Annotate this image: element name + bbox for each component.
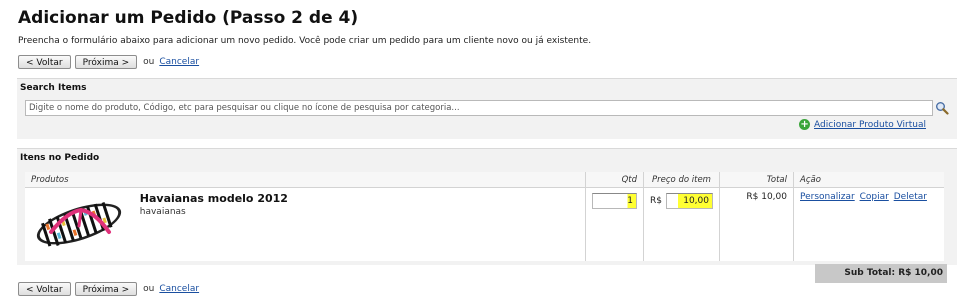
page-description: Preencha o formulário abaixo para adicio… [18,36,592,46]
order-items-section: Itens no Pedido Produtos Qtd Preço do it… [17,148,957,265]
back-button[interactable]: < Voltar [18,55,71,69]
search-section-title: Search Items [20,83,87,93]
cancel-link[interactable]: Cancelar [159,57,199,67]
delete-link[interactable]: Deletar [894,192,927,202]
currency-label: R$ [650,196,662,206]
add-virtual-product[interactable]: + Adicionar Produto Virtual [799,119,926,130]
next-button[interactable]: Próxima > [74,55,138,69]
qty-cell: 1 [585,187,644,261]
back-button-bottom[interactable]: < Voltar [18,282,71,296]
quantity-input[interactable]: 1 [592,193,637,209]
col-action: Ação [793,172,944,188]
product-image-cell [25,188,134,262]
order-items-table: Produtos Qtd Preço do item Total Ação Ha… [25,172,944,261]
table-header-row: Produtos Qtd Preço do item Total Ação [25,172,944,188]
total-cell: R$ 10,00 [719,187,794,261]
search-input[interactable]: Digite o nome do produto, Código, etc pa… [25,100,933,116]
price-cell: R$ 10,00 [643,187,720,261]
or-text: ou [143,57,155,67]
col-total: Total [719,172,794,188]
search-icon[interactable] [935,101,949,115]
product-info-cell: Havaianas modelo 2012 havaianas [134,188,586,262]
table-row: Havaianas modelo 2012 havaianas 1 R$ 10,… [25,187,944,262]
col-products: Produtos [25,172,586,188]
subtotal-text: Sub Total: R$ 10,00 [844,268,943,278]
customize-link[interactable]: Personalizar [800,192,855,202]
cancel-link-bottom[interactable]: Cancelar [159,284,199,294]
price-input[interactable]: 10,00 [665,193,713,209]
next-button-bottom[interactable]: Próxima > [74,282,138,296]
bottom-nav-buttons: < Voltar Próxima > ou Cancelar [18,282,199,296]
copy-link[interactable]: Copiar [860,192,889,202]
product-brand: havaianas [139,207,186,217]
order-items-section-title: Itens no Pedido [20,153,100,163]
or-text-bottom: ou [143,284,155,294]
subtotal: Sub Total: R$ 10,00 [815,264,947,283]
top-nav-buttons: < Voltar Próxima > ou Cancelar [18,55,199,69]
actions-cell: Personalizar Copiar Deletar [793,187,944,261]
col-qty: Qtd [585,172,644,188]
product-thumbnail[interactable] [29,192,129,254]
plus-circle-icon: + [799,119,811,130]
page-title: Adicionar um Pedido (Passo 2 de 4) [18,8,359,28]
col-price: Preço do item [643,172,720,188]
add-virtual-product-link[interactable]: Adicionar Produto Virtual [814,120,926,130]
search-items-section: Search Items Digite o nome do produto, C… [17,78,957,139]
product-name[interactable]: Havaianas modelo 2012 [140,192,579,205]
